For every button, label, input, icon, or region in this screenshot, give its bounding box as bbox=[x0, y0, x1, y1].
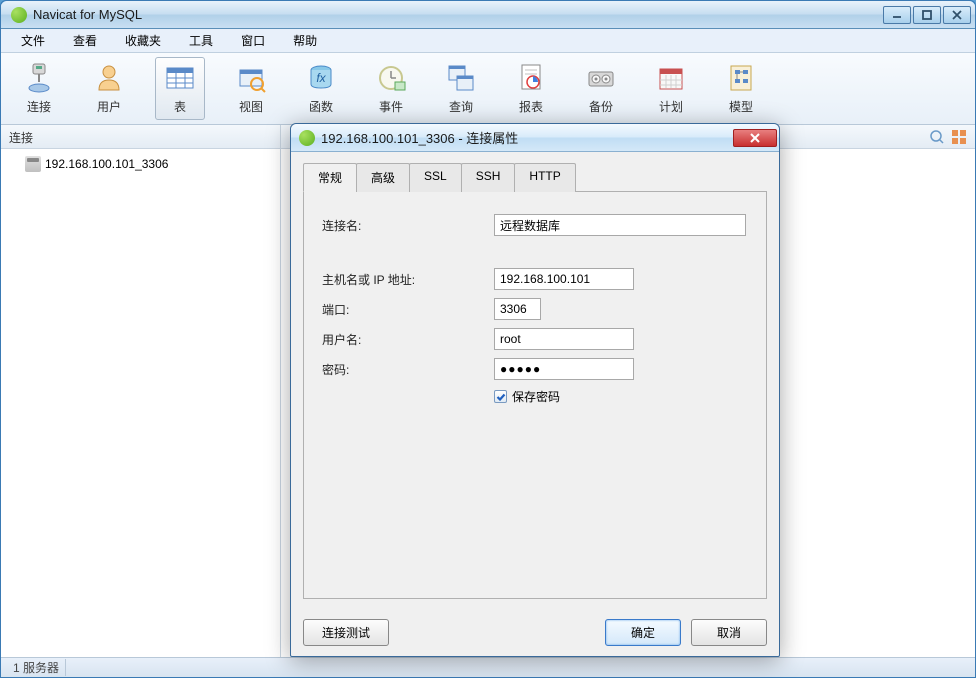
toolbar-label: 报表 bbox=[519, 98, 543, 115]
report-icon bbox=[515, 62, 547, 94]
dialog-title: 192.168.100.101_3306 - 连接属性 bbox=[321, 128, 733, 147]
save-password-checkbox[interactable] bbox=[494, 390, 507, 403]
toolbar-label: 模型 bbox=[729, 98, 753, 115]
event-icon bbox=[375, 62, 407, 94]
database-icon bbox=[25, 156, 41, 172]
toolbar-model[interactable]: 模型 bbox=[717, 58, 765, 119]
toolbar-query[interactable]: 查询 bbox=[437, 58, 485, 119]
toolbar-function[interactable]: fx 函数 bbox=[297, 58, 345, 119]
close-button[interactable] bbox=[943, 6, 971, 24]
menu-tools[interactable]: 工具 bbox=[177, 29, 225, 52]
toolbar-label: 事件 bbox=[379, 98, 403, 115]
tab-http[interactable]: HTTP bbox=[514, 163, 575, 192]
view-icon bbox=[235, 62, 267, 94]
tab-advanced[interactable]: 高级 bbox=[356, 163, 410, 192]
tab-ssl[interactable]: SSL bbox=[409, 163, 462, 192]
maximize-button[interactable] bbox=[913, 6, 941, 24]
connection-icon bbox=[23, 62, 55, 94]
host-label: 主机名或 IP 地址: bbox=[322, 271, 494, 288]
conn-name-label: 连接名: bbox=[322, 217, 494, 234]
tab-ssh[interactable]: SSH bbox=[461, 163, 516, 192]
connection-properties-dialog: 192.168.100.101_3306 - 连接属性 常规 高级 SSL SS… bbox=[290, 123, 780, 657]
password-input[interactable]: ●●●●● bbox=[494, 358, 634, 380]
menubar: 文件 查看 收藏夹 工具 窗口 帮助 bbox=[1, 29, 975, 53]
toolbar-report[interactable]: 报表 bbox=[507, 58, 555, 119]
dialog-close-button[interactable] bbox=[733, 129, 777, 147]
toolbar-view[interactable]: 视图 bbox=[227, 58, 275, 119]
user-label: 用户名: bbox=[322, 331, 494, 348]
function-icon: fx bbox=[305, 62, 337, 94]
statusbar: 1 服务器 bbox=[1, 657, 975, 677]
toolbar-label: 查询 bbox=[449, 98, 473, 115]
port-label: 端口: bbox=[322, 301, 494, 318]
toolbar-label: 连接 bbox=[27, 98, 51, 115]
tree-item-label: 192.168.100.101_3306 bbox=[45, 157, 168, 171]
toolbar-label: 计划 bbox=[659, 98, 683, 115]
toolbar-user[interactable]: 用户 bbox=[85, 58, 133, 119]
query-icon bbox=[445, 62, 477, 94]
test-connection-button[interactable]: 连接测试 bbox=[303, 619, 389, 646]
toolbar-backup[interactable]: 备份 bbox=[577, 58, 625, 119]
toolbar-label: 用户 bbox=[97, 98, 121, 115]
menu-window[interactable]: 窗口 bbox=[229, 29, 277, 52]
main-toolbar: 连接 用户 表 视图 fx 函数 事件 查询 报表 bbox=[1, 53, 975, 125]
sidebar-header: 连接 bbox=[1, 125, 280, 149]
host-input[interactable] bbox=[494, 268, 634, 290]
dialog-tabs: 常规 高级 SSL SSH HTTP bbox=[303, 162, 767, 192]
menu-file[interactable]: 文件 bbox=[9, 29, 57, 52]
password-label: 密码: bbox=[322, 361, 494, 378]
user-input[interactable] bbox=[494, 328, 634, 350]
statusbar-text: 1 服务器 bbox=[7, 659, 66, 676]
toolbar-label: 备份 bbox=[589, 98, 613, 115]
user-icon bbox=[93, 62, 125, 94]
search-icon[interactable] bbox=[929, 129, 945, 145]
toolbar-schedule[interactable]: 计划 bbox=[647, 58, 695, 119]
cancel-button[interactable]: 取消 bbox=[691, 619, 767, 646]
minimize-button[interactable] bbox=[883, 6, 911, 24]
svg-text:fx: fx bbox=[316, 71, 326, 85]
menu-view[interactable]: 查看 bbox=[61, 29, 109, 52]
toolbar-connection[interactable]: 连接 bbox=[15, 58, 63, 119]
connection-tree-item[interactable]: 192.168.100.101_3306 bbox=[5, 153, 276, 175]
toolbar-event[interactable]: 事件 bbox=[367, 58, 415, 119]
menu-favorites[interactable]: 收藏夹 bbox=[113, 29, 173, 52]
backup-icon bbox=[585, 62, 617, 94]
table-icon bbox=[164, 62, 196, 94]
toolbar-label: 表 bbox=[174, 98, 186, 115]
grid-icon[interactable] bbox=[951, 129, 967, 145]
toolbar-table[interactable]: 表 bbox=[155, 57, 205, 120]
schedule-icon bbox=[655, 62, 687, 94]
app-icon bbox=[11, 7, 27, 23]
port-input[interactable] bbox=[494, 298, 541, 320]
window-title: Navicat for MySQL bbox=[33, 7, 883, 22]
toolbar-label: 视图 bbox=[239, 98, 263, 115]
save-password-label: 保存密码 bbox=[512, 388, 560, 405]
tab-general[interactable]: 常规 bbox=[303, 163, 357, 192]
dialog-titlebar[interactable]: 192.168.100.101_3306 - 连接属性 bbox=[291, 124, 779, 152]
main-titlebar[interactable]: Navicat for MySQL bbox=[1, 1, 975, 29]
connection-sidebar: 连接 192.168.100.101_3306 bbox=[1, 125, 281, 657]
dialog-icon bbox=[299, 130, 315, 146]
toolbar-label: 函数 bbox=[309, 98, 333, 115]
conn-name-input[interactable] bbox=[494, 214, 746, 236]
ok-button[interactable]: 确定 bbox=[605, 619, 681, 646]
menu-help[interactable]: 帮助 bbox=[281, 29, 329, 52]
model-icon bbox=[725, 62, 757, 94]
